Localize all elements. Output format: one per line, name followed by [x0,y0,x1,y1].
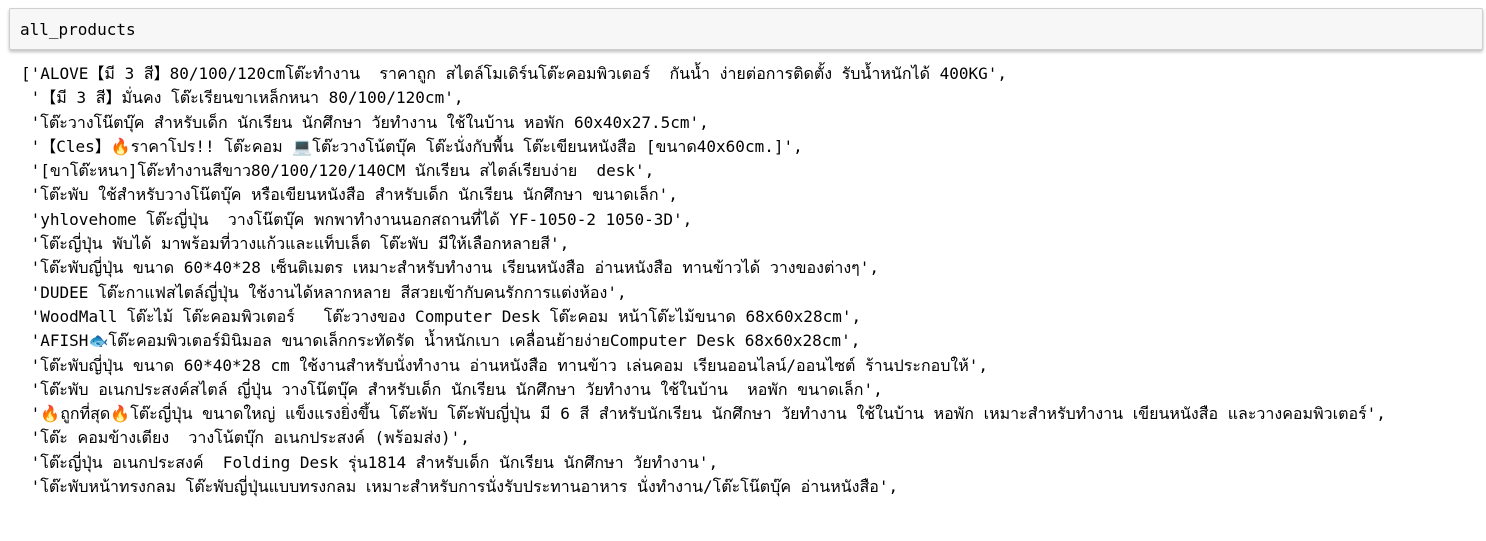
output-line: 'โต๊ะพับญี่ปุ่น ขนาด 60*40*28 เซ็นติเมตร… [21,258,880,278]
output-line: 'โต๊ะญี่ปุ่น อเนกประสงค์ Folding Desk รุ… [21,452,719,472]
output-line: 'โต๊ะพับ อเนกประสงค์สไตล์ ญี่ปุ่น วางโน๊… [21,379,883,399]
code-editor-text[interactable]: all_products [20,20,136,39]
code-input-area[interactable]: all_products [9,8,1483,50]
notebook-cell: all_products ['ALOVE【มี 3 สี】80/100/120c… [0,0,1486,541]
output-line: 'โต๊ะพับญี่ปุ่น ขนาด 60*40*28 cm ใช้งานส… [21,355,989,375]
output-line: 'yhlovehome โต๊ะญี่ปุ่น วางโน๊ตบุ๊ค พกพา… [21,209,693,229]
output-line: '【Cles】🔥ราคาโปร!! โต๊ะคอม 💻โต๊ะวางโน้ตบุ… [21,136,803,156]
output-text: ['ALOVE【มี 3 สี】80/100/120cmโต๊ะทำงาน รา… [21,62,1481,499]
output-line: '[ขาโต๊ะหนา]โต๊ะทำงานสีขาว80/100/120/140… [21,161,655,181]
output-line: 'AFISH🐟โต๊ะคอมพิวเตอร์มินิมอล ขนาดเล็กกร… [21,331,861,351]
output-line: 'DUDEE โต๊ะกาแฟสไตล์ญี่ปุ่น ใช้งานได้หลา… [21,282,627,302]
output-line: '🔥ถูกที่สุด🔥โต๊ะญี่ปุ่น ขนาดใหญ่ แข็งแรง… [21,404,1386,424]
output-line: 'โต๊ะวางโน๊ตบุ๊ค สำหรับเด็ก นักเรียน นัก… [21,112,709,132]
output-line: 'โต๊ะพับหน้าทรงกลม โต๊ะพับญี่ปุ่นแบบทรงก… [21,477,899,497]
output-line: 'โต๊ะ คอมข้างเตียง วางโน้ตบุ๊ก อเนกประสง… [21,428,470,448]
cell-output-area: ['ALOVE【มี 3 สี】80/100/120cmโต๊ะทำงาน รา… [0,62,1486,541]
output-line: 'โต๊ะญี่ปุ่น พับได้ มาพร้อมที่วางแก้วและ… [21,234,570,254]
output-line: 'WoodMall โต๊ะไม้ โต๊ะคอมพิวเตอร์ โต๊ะวา… [21,306,862,326]
output-line: ['ALOVE【มี 3 สี】80/100/120cmโต๊ะทำงาน รา… [21,64,1008,83]
output-line: 'โต๊ะพับ ใช้สำหรับวางโน๊ตบุ๊ค หรือเขียนห… [21,185,678,205]
output-line: '【มี 3 สี】มั่นคง โต๊ะเรียนขาเหล็กหนา 80/… [21,88,464,108]
